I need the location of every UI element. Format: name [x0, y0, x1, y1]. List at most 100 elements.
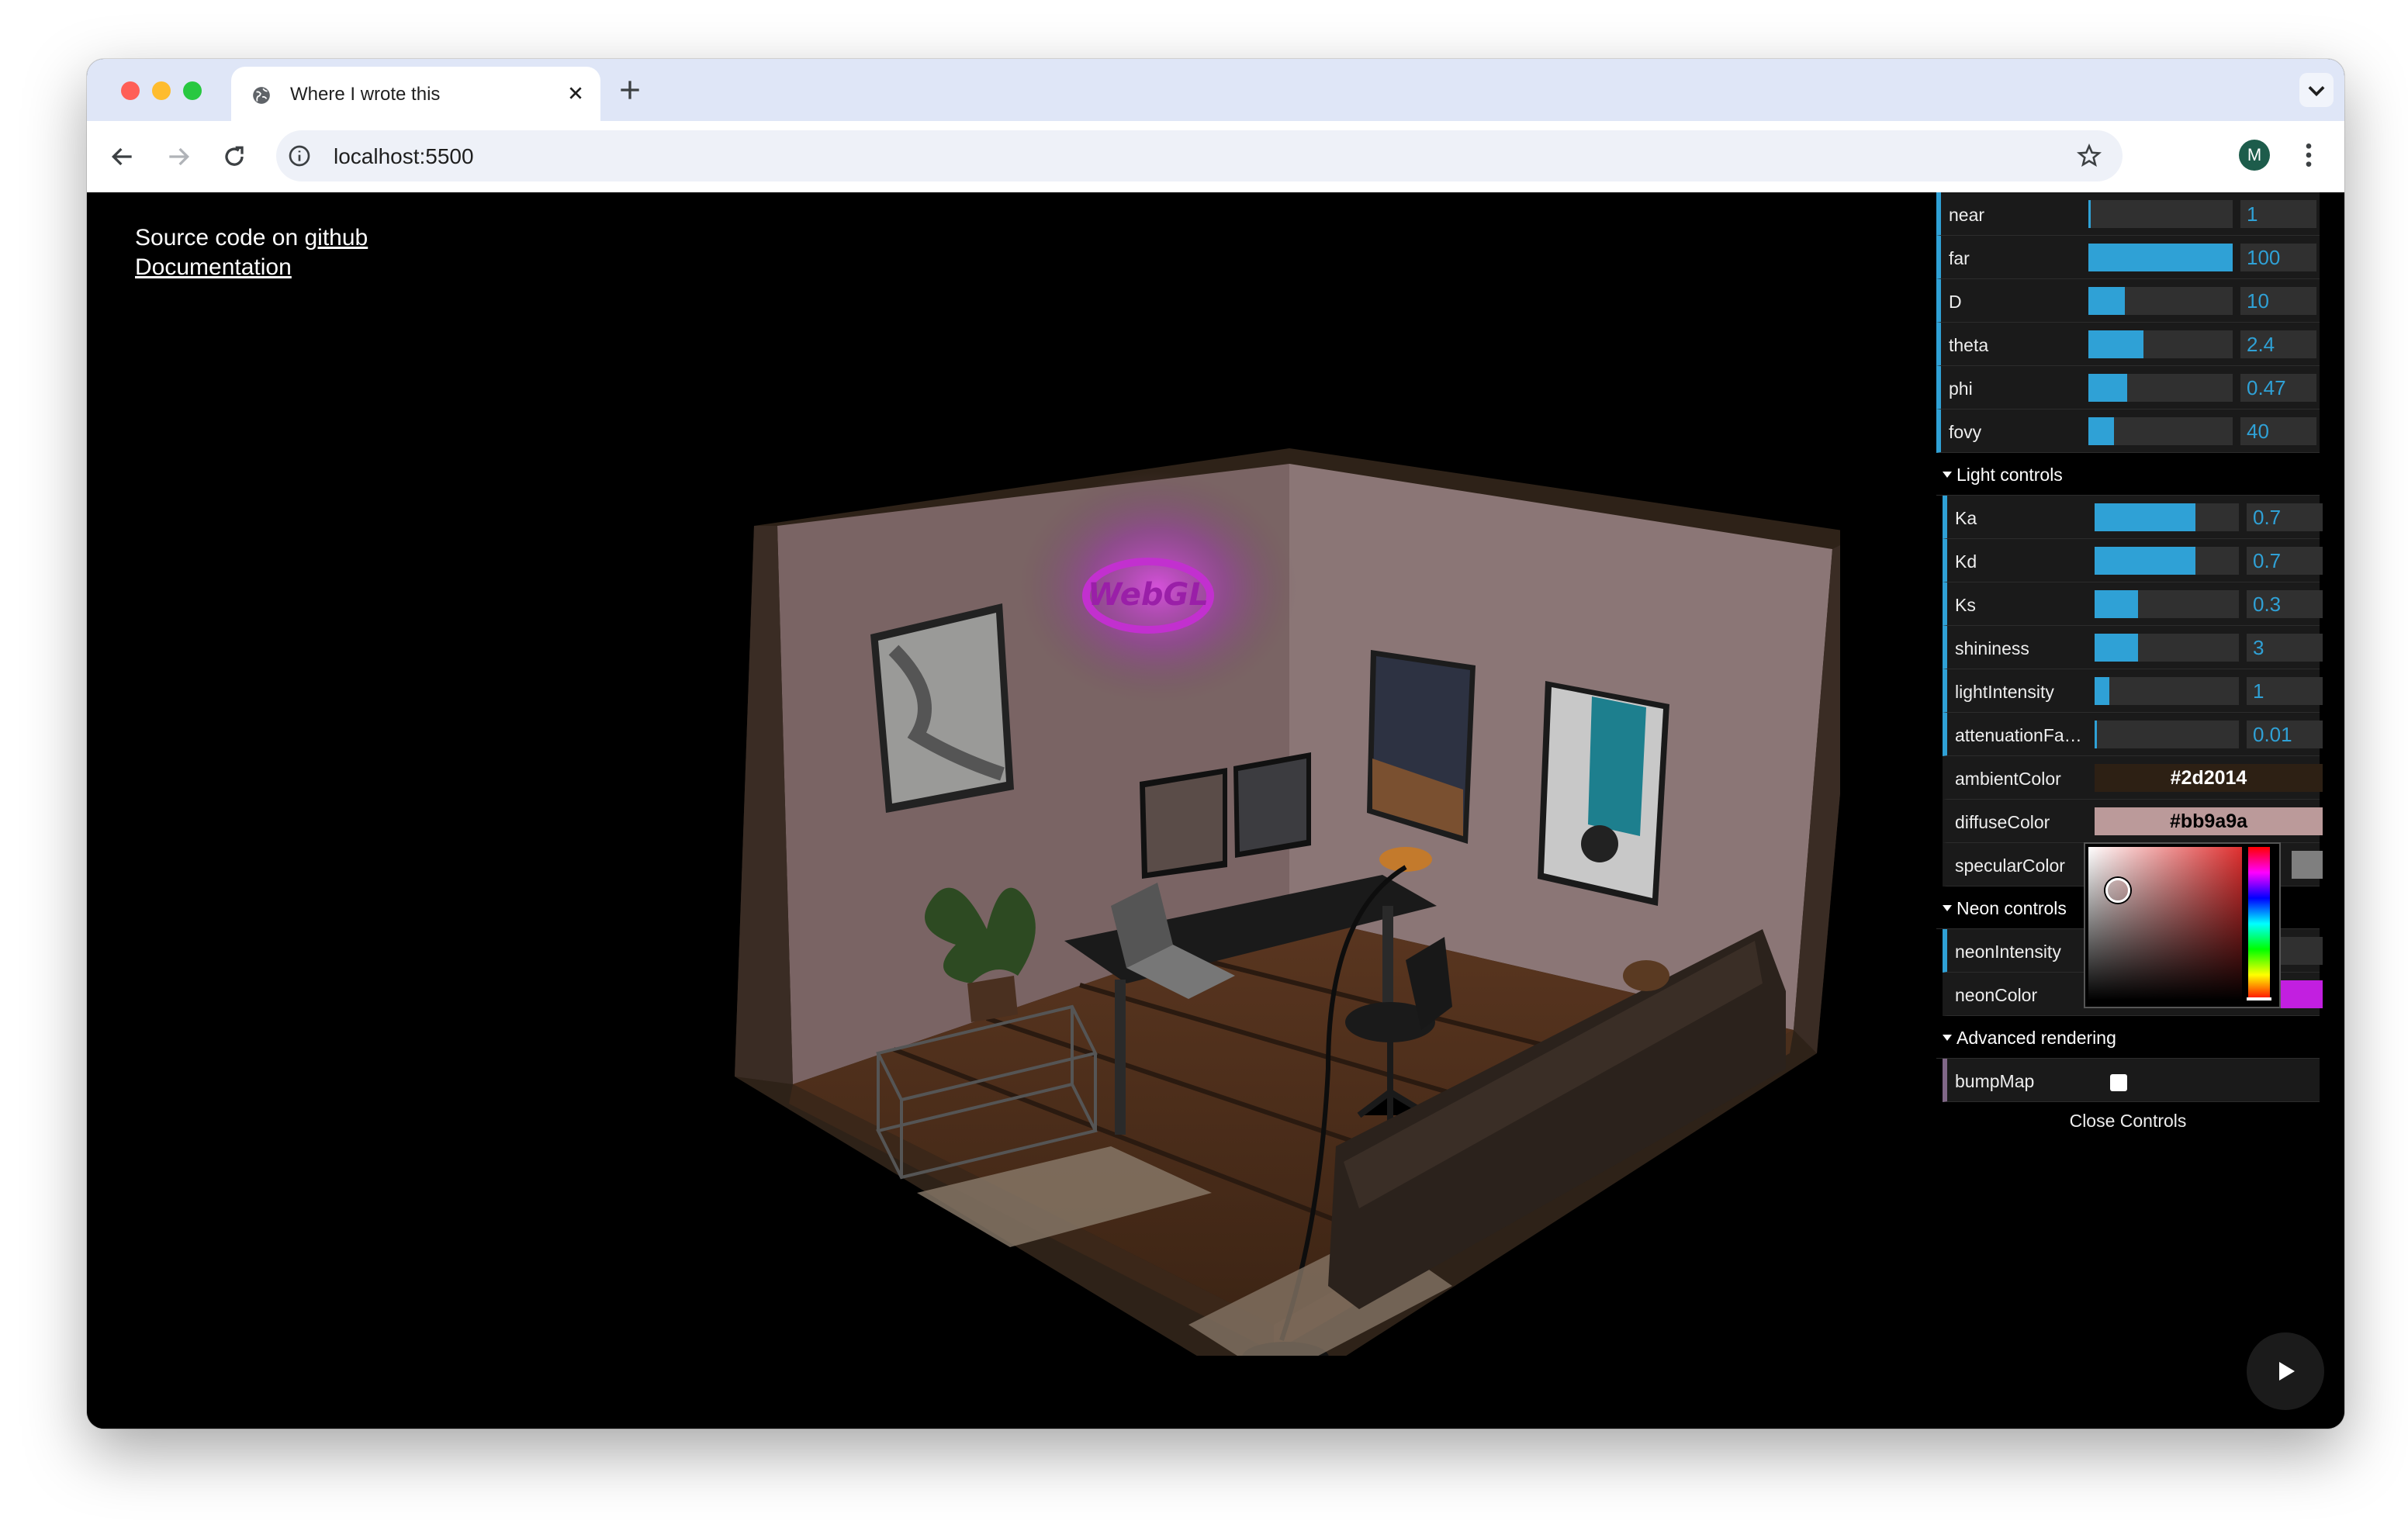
webgl-canvas-area[interactable]: Source code on github Documentation WebG…	[87, 192, 2344, 1429]
slider-fill	[2088, 417, 2115, 445]
collapse-triangle-icon	[1943, 1035, 1952, 1041]
tab-active[interactable]: Where I wrote this	[231, 67, 600, 121]
forward-icon[interactable]	[163, 141, 194, 172]
control-label: bumpMap	[1955, 1071, 2035, 1091]
close-controls-button[interactable]: Close Controls	[1936, 1102, 2320, 1139]
tab-search-button[interactable]	[2299, 73, 2334, 107]
value-input[interactable]: 0.01	[2247, 721, 2323, 748]
value-slider[interactable]	[2095, 503, 2239, 531]
bookmark-star-icon[interactable]	[2076, 143, 2102, 169]
control-label: neonIntensity	[1955, 942, 2061, 962]
camera_sliders-row: near 1	[1936, 192, 2320, 236]
minimize-window-button[interactable]	[152, 81, 171, 100]
light_sliders-row: Kd 0.7	[1943, 539, 2323, 582]
value-input[interactable]: 3	[2247, 634, 2323, 662]
camera_sliders-row: fovy 40	[1936, 410, 2320, 453]
folder-title: Advanced rendering	[1956, 1028, 2116, 1048]
control-label: Kd	[1955, 551, 1977, 572]
slider-fill	[2088, 200, 2091, 228]
color-swatch[interactable]: #bb9a9a	[2095, 807, 2323, 835]
sign-text: WebGL	[1088, 577, 1209, 613]
maximize-window-button[interactable]	[183, 81, 202, 100]
color-swatch[interactable]	[2292, 851, 2323, 879]
picker-knob[interactable]	[2105, 878, 2130, 903]
close-tab-icon[interactable]	[563, 81, 588, 105]
folder-title: Light controls	[1956, 465, 2063, 485]
value-slider[interactable]	[2095, 590, 2239, 618]
control-label: D	[1949, 292, 1962, 312]
control-label: diffuseColor	[1955, 812, 2050, 832]
github-link[interactable]: github	[304, 225, 368, 251]
url-text[interactable]: localhost:5500	[334, 144, 474, 169]
value-input[interactable]: 1	[2240, 200, 2316, 228]
value-slider[interactable]	[2095, 634, 2239, 662]
control-label: Ks	[1955, 595, 1976, 615]
chevron-down-icon	[2308, 86, 2325, 97]
control-label: specularColor	[1955, 855, 2065, 876]
address-bar[interactable]: localhost:5500	[276, 130, 2123, 181]
slider-fill	[2088, 287, 2125, 315]
tab-strip: Where I wrote this	[87, 59, 2344, 121]
close-window-button[interactable]	[121, 81, 140, 100]
slider-fill	[2088, 244, 2233, 271]
value-input[interactable]: 0.3	[2247, 590, 2323, 618]
color-row: ambientColor #2d2014	[1943, 756, 2323, 800]
control-label: phi	[1949, 378, 1973, 399]
collapse-triangle-icon	[1943, 905, 1952, 911]
control-label: attenuationFac...	[1955, 725, 2087, 745]
value-slider[interactable]	[2088, 287, 2233, 315]
control-label: ambientColor	[1955, 769, 2061, 789]
value-input[interactable]: 1	[2247, 677, 2323, 705]
folder-advanced-rendering[interactable]: Advanced rendering	[1936, 1016, 2320, 1059]
color-swatch[interactable]: #2d2014	[2095, 764, 2323, 792]
page-links: Source code on github Documentation	[135, 223, 368, 282]
value-input[interactable]: 0.7	[2247, 547, 2323, 575]
value-slider[interactable]	[2095, 721, 2239, 748]
camera_sliders-row: far 100	[1936, 236, 2320, 279]
controls-panel: near 1 far 100 D 10 theta 2.4 phi 0.47 fovy 40 Ligh…	[1936, 192, 2323, 1139]
play-button[interactable]	[2247, 1332, 2324, 1410]
back-icon[interactable]	[107, 141, 138, 172]
slider-fill	[2088, 374, 2128, 402]
bump-map-checkbox[interactable]	[2110, 1074, 2127, 1091]
saturation-value-field[interactable]	[2088, 847, 2242, 1001]
slider-fill	[2088, 330, 2143, 358]
site-info-icon[interactable]	[287, 143, 312, 168]
value-input[interactable]: 100	[2240, 244, 2316, 271]
folder-light-controls[interactable]: Light controls	[1936, 453, 2320, 496]
value-input[interactable]: 0.7	[2247, 503, 2323, 531]
color-picker-popup	[2084, 842, 2281, 1008]
new-tab-icon[interactable]	[614, 74, 645, 105]
value-input[interactable]: 10	[2240, 287, 2316, 315]
light_sliders-row: Ka 0.7	[1943, 496, 2323, 539]
profile-avatar[interactable]: M	[2239, 140, 2270, 171]
light_sliders-row: lightIntensity 1	[1943, 669, 2323, 713]
value-slider[interactable]	[2088, 417, 2233, 445]
reload-icon[interactable]	[219, 141, 250, 172]
value-input[interactable]: 0.47	[2240, 374, 2316, 402]
room-scene: WebGL	[735, 448, 1840, 1356]
folder-title: Neon controls	[1956, 898, 2067, 918]
value-slider[interactable]	[2095, 677, 2239, 705]
more-menu-icon[interactable]	[2293, 140, 2324, 171]
value-input[interactable]: 2.4	[2240, 330, 2316, 358]
value-slider[interactable]	[2088, 200, 2233, 228]
globe-icon	[253, 87, 270, 104]
light_sliders-row: shininess 3	[1943, 626, 2323, 669]
documentation-link[interactable]: Documentation	[135, 254, 292, 280]
value-slider[interactable]	[2095, 547, 2239, 575]
value-slider[interactable]	[2088, 244, 2233, 271]
slider-fill	[2095, 721, 2097, 748]
value-slider[interactable]	[2088, 374, 2233, 402]
value-input[interactable]: 40	[2240, 417, 2316, 445]
value-slider[interactable]	[2088, 330, 2233, 358]
camera_sliders-row: phi 0.47	[1936, 366, 2320, 410]
hue-slider[interactable]	[2247, 847, 2271, 1001]
collapse-triangle-icon	[1943, 472, 1952, 478]
control-label: fovy	[1949, 422, 1982, 442]
slider-fill	[2095, 677, 2109, 705]
browser-window: Where I wrote this localhost:5500 M Sour…	[87, 59, 2344, 1429]
slider-fill	[2095, 634, 2138, 662]
hue-knob[interactable]	[2247, 997, 2271, 1001]
camera_sliders-row: theta 2.4	[1936, 323, 2320, 366]
